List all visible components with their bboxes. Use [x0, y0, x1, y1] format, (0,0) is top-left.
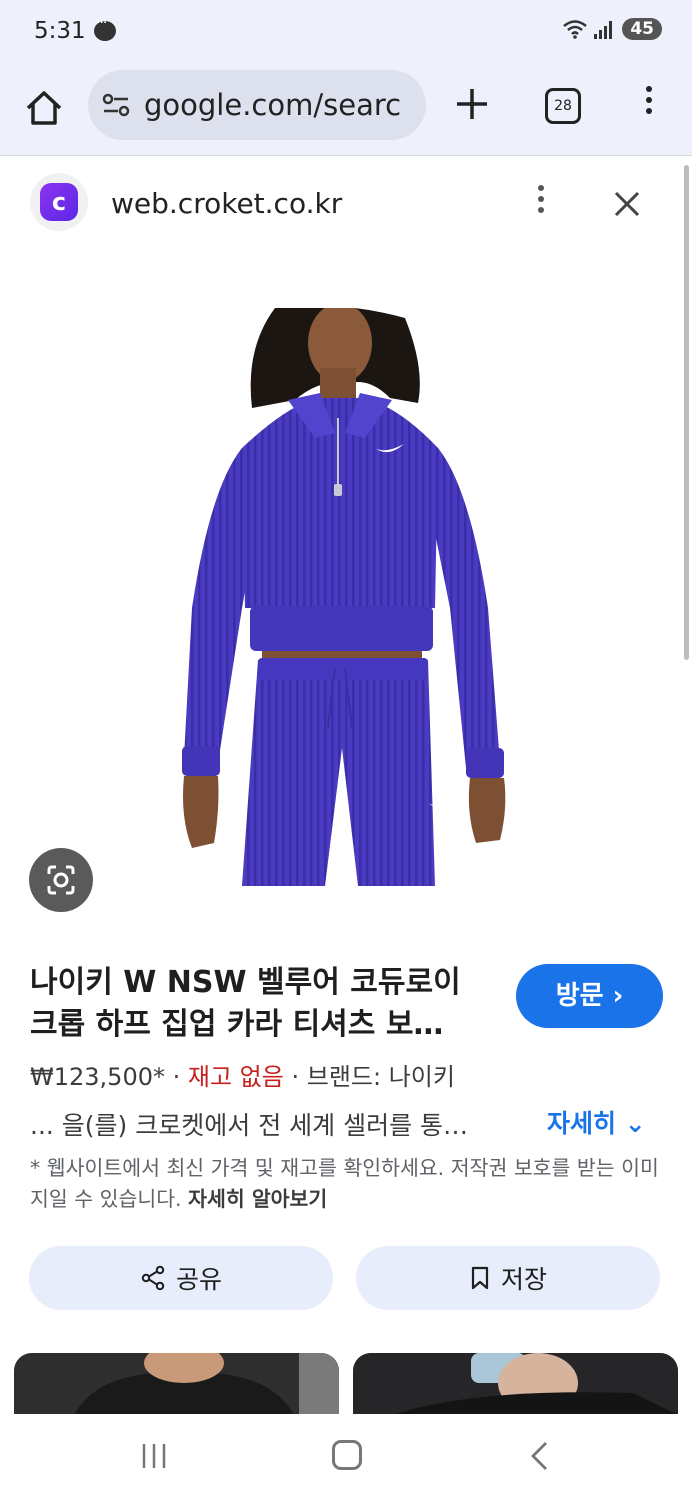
- scrollbar[interactable]: [684, 165, 689, 660]
- related-image-preview: [14, 1353, 339, 1415]
- copyright-notice: * 웹사이트에서 최신 가격 및 재고를 확인하세요. 저작권 보호를 받는 이…: [30, 1153, 662, 1215]
- save-button[interactable]: 저장: [356, 1246, 660, 1310]
- learn-more-link[interactable]: 자세히 알아보기: [188, 1187, 327, 1211]
- recent-apps-icon[interactable]: [141, 1442, 169, 1470]
- related-image[interactable]: [14, 1353, 339, 1415]
- share-icon: [141, 1265, 165, 1291]
- status-time: 5:31: [34, 18, 86, 44]
- product-meta: ₩123,500* · 재고 없음 · 브랜드: 나이키: [30, 1057, 455, 1092]
- close-icon[interactable]: [608, 185, 646, 223]
- system-nav-bar: [0, 1414, 692, 1500]
- tab-switcher-button[interactable]: 28: [545, 88, 581, 124]
- home-nav-icon[interactable]: [332, 1440, 362, 1470]
- status-indicators: 45: [562, 18, 662, 40]
- wifi-icon: [563, 20, 588, 39]
- visit-button[interactable]: 방문 ›: [516, 964, 663, 1028]
- bookmark-icon: [471, 1266, 489, 1290]
- meta-separator: ·: [291, 1063, 307, 1091]
- battery-indicator: 45: [622, 18, 662, 40]
- save-label: 저장: [500, 1265, 547, 1294]
- site-logo-letter: c: [40, 183, 78, 221]
- product-price: ₩123,500*: [30, 1063, 165, 1091]
- signal-icon: [594, 19, 616, 39]
- lens-icon: [47, 865, 75, 895]
- lens-search-button[interactable]: [29, 848, 93, 912]
- message-notification-icon: [94, 15, 116, 41]
- home-icon[interactable]: [22, 86, 66, 130]
- stock-status: 재고 없음: [187, 1063, 284, 1091]
- more-options-icon[interactable]: [528, 185, 554, 221]
- details-toggle[interactable]: 자세히 ⌄: [547, 1104, 646, 1140]
- notice-text: * 웹사이트에서 최신 가격 및 재고를 확인하세요. 저작권 보호를 받는 이…: [30, 1156, 659, 1211]
- new-tab-icon[interactable]: [452, 84, 492, 124]
- related-image-preview: [353, 1353, 678, 1415]
- address-bar[interactable]: google.com/searc: [88, 70, 426, 140]
- product-title[interactable]: 나이키 W NSW 벨루어 코듀로이 크롭 하프 집업 카라 티셔츠 보…: [30, 962, 490, 1046]
- product-description: ... 을(를) 크로켓에서 전 세계 셀러를 통…: [30, 1111, 469, 1140]
- share-button[interactable]: 공유: [29, 1246, 333, 1310]
- browser-toolbar: google.com/searc 28: [0, 62, 692, 156]
- site-domain[interactable]: web.croket.co.kr: [111, 187, 342, 220]
- browser-menu-icon[interactable]: [634, 86, 664, 126]
- back-icon[interactable]: [528, 1440, 552, 1472]
- url-text: google.com/searc: [144, 88, 402, 122]
- site-header: c web.croket.co.kr: [0, 157, 692, 249]
- product-image[interactable]: [170, 308, 530, 886]
- site-settings-icon[interactable]: [102, 92, 130, 118]
- site-logo: c: [30, 173, 88, 231]
- share-label: 공유: [175, 1265, 222, 1294]
- product-brand: 브랜드: 나이키: [306, 1063, 455, 1091]
- meta-separator: ·: [172, 1063, 188, 1091]
- status-bar: 5:31 45: [0, 0, 692, 62]
- related-image[interactable]: [353, 1353, 678, 1415]
